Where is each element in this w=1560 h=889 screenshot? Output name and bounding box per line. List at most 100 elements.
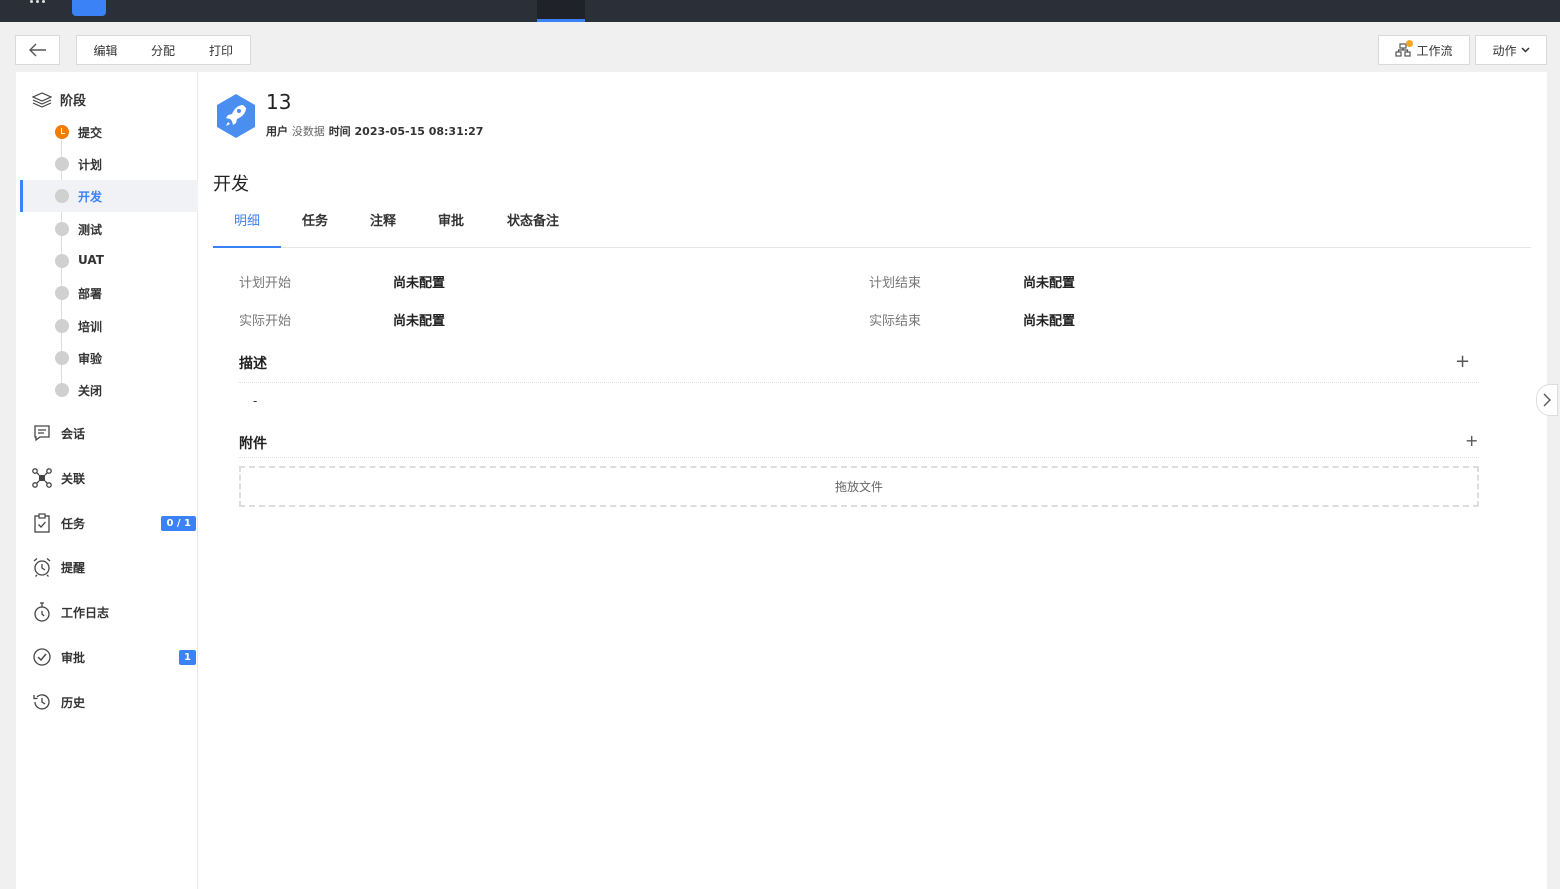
top-navigation-bar bbox=[0, 0, 1560, 22]
add-attachment-icon[interactable]: + bbox=[1465, 432, 1478, 450]
user-value: 没数据 bbox=[291, 125, 325, 138]
assign-button[interactable]: 分配 bbox=[134, 35, 193, 65]
stage-pending-icon bbox=[55, 222, 69, 236]
current-stage-title: 开发 bbox=[213, 174, 249, 195]
tab-details[interactable]: 明细 bbox=[213, 202, 281, 248]
tab-status-notes[interactable]: 状态备注 bbox=[501, 202, 565, 246]
stage-pending-icon bbox=[55, 254, 69, 268]
task-count-badge: 0 / 1 bbox=[161, 516, 196, 531]
detail-tabs: 明细 任务 注释 审批 状态备注 bbox=[213, 202, 1531, 248]
app-logo bbox=[72, 0, 106, 16]
stage-header: 阶段 bbox=[32, 90, 86, 109]
stage-pending-icon bbox=[55, 157, 69, 171]
record-meta: 用户 没数据 时间 2023-05-15 08:31:27 bbox=[266, 123, 483, 139]
stage-item-training[interactable]: 培训 bbox=[20, 310, 196, 342]
time-value: 2023-05-15 08:31:27 bbox=[354, 125, 484, 138]
sidebar-item-label: 会话 bbox=[61, 426, 86, 441]
stage-pending-icon bbox=[55, 319, 69, 333]
stage-item-develop[interactable]: 开发 bbox=[20, 180, 199, 212]
actual-start-label: 实际开始 bbox=[239, 314, 292, 329]
sidebar-item-label: 关联 bbox=[61, 471, 86, 486]
stage-label: 提交 bbox=[78, 126, 103, 140]
back-button[interactable] bbox=[15, 35, 60, 65]
history-icon bbox=[32, 692, 52, 712]
chevron-right-icon bbox=[1543, 393, 1551, 407]
stage-item-submit[interactable]: 提交 bbox=[20, 116, 196, 148]
sidebar-item-label: 历史 bbox=[61, 695, 86, 710]
rocket-icon bbox=[214, 92, 258, 144]
description-divider bbox=[239, 382, 1479, 383]
workflow-button[interactable]: 工作流 bbox=[1378, 35, 1470, 65]
approval-count-badge: 1 bbox=[179, 650, 196, 665]
stage-label: 计划 bbox=[78, 158, 103, 172]
sidebar-item-conversation[interactable]: 会话 bbox=[32, 418, 196, 448]
stage-item-plan[interactable]: 计划 bbox=[20, 148, 196, 180]
plan-start-value: 尚未配置 bbox=[393, 276, 446, 291]
edit-button[interactable]: 编辑 bbox=[76, 35, 135, 65]
action-label: 动作 bbox=[1492, 43, 1517, 58]
stage-label: UAT bbox=[78, 253, 104, 267]
layers-icon bbox=[32, 91, 52, 108]
stage-pending-icon bbox=[55, 189, 69, 203]
record-detail-panel: 13 用户 没数据 时间 2023-05-15 08:31:27 开发 明细 任… bbox=[198, 72, 1547, 889]
record-sidebar: 阶段 提交 计划 开发 测试 UAT 部署 培训 审验 关闭 会话 关联 任务 … bbox=[16, 72, 199, 889]
sidebar-item-label: 工作日志 bbox=[61, 605, 110, 620]
plan-end-value: 尚未配置 bbox=[1023, 276, 1076, 291]
plan-start-label: 计划开始 bbox=[239, 276, 292, 291]
sidebar-item-tasks[interactable]: 任务 0 / 1 bbox=[32, 508, 196, 538]
stage-header-label: 阶段 bbox=[60, 94, 87, 109]
file-dropzone[interactable]: 拖放文件 bbox=[239, 466, 1479, 507]
arrow-left-icon bbox=[28, 43, 46, 57]
workflow-label: 工作流 bbox=[1416, 43, 1453, 58]
add-description-icon[interactable]: + bbox=[1455, 353, 1470, 371]
description-title: 描述 bbox=[239, 356, 267, 372]
stage-label: 开发 bbox=[78, 190, 103, 204]
stage-label: 测试 bbox=[78, 223, 103, 237]
user-label: 用户 bbox=[266, 125, 288, 138]
stage-label: 培训 bbox=[78, 320, 103, 334]
toolbar: 编辑 分配 打印 工作流 动作 bbox=[0, 22, 1560, 72]
stage-item-test[interactable]: 测试 bbox=[20, 213, 196, 245]
sidebar-item-label: 提醒 bbox=[61, 560, 86, 575]
tab-approval[interactable]: 审批 bbox=[433, 202, 469, 246]
attachments-title: 附件 bbox=[239, 436, 267, 452]
sidebar-item-label: 审批 bbox=[61, 650, 86, 665]
stage-item-close[interactable]: 关闭 bbox=[20, 374, 196, 406]
sidebar-item-reminder[interactable]: 提醒 bbox=[32, 552, 196, 582]
sidebar-item-label: 任务 bbox=[61, 516, 86, 531]
sidebar-item-related[interactable]: 关联 bbox=[32, 463, 196, 493]
stage-label: 关闭 bbox=[78, 384, 103, 398]
actual-start-value: 尚未配置 bbox=[393, 314, 446, 329]
link-network-icon bbox=[32, 468, 52, 488]
stage-label: 审验 bbox=[78, 352, 103, 366]
chat-icon bbox=[32, 423, 52, 443]
stage-item-deploy[interactable]: 部署 bbox=[20, 277, 196, 309]
chevron-down-icon bbox=[1520, 47, 1530, 53]
stage-item-review[interactable]: 审验 bbox=[20, 342, 196, 374]
stage-pending-icon bbox=[55, 351, 69, 365]
tab-notes[interactable]: 注释 bbox=[365, 202, 401, 246]
actual-end-label: 实际结束 bbox=[869, 314, 922, 329]
sidebar-item-approval[interactable]: 审批 1 bbox=[32, 642, 196, 672]
expand-panel-button[interactable] bbox=[1536, 384, 1558, 416]
stage-done-icon bbox=[55, 125, 69, 139]
plan-end-label: 计划结束 bbox=[869, 276, 922, 291]
stage-item-uat[interactable]: UAT bbox=[20, 245, 196, 277]
check-circle-icon bbox=[32, 647, 52, 667]
sidebar-item-worklog[interactable]: 工作日志 bbox=[32, 597, 196, 627]
stopwatch-icon bbox=[32, 602, 52, 622]
app-grid-icon[interactable] bbox=[30, 0, 46, 6]
actual-end-value: 尚未配置 bbox=[1023, 314, 1076, 329]
alarm-clock-icon bbox=[32, 557, 52, 577]
workflow-icon bbox=[1395, 40, 1414, 57]
nav-tab-active[interactable] bbox=[537, 0, 585, 22]
stage-label: 部署 bbox=[78, 287, 103, 301]
time-label: 时间 bbox=[328, 125, 351, 138]
sidebar-item-history[interactable]: 历史 bbox=[32, 687, 196, 717]
record-number: 13 bbox=[266, 90, 292, 114]
stage-pending-icon bbox=[55, 286, 69, 300]
description-value: - bbox=[253, 394, 258, 408]
tab-tasks[interactable]: 任务 bbox=[297, 202, 333, 246]
print-button[interactable]: 打印 bbox=[192, 35, 251, 65]
action-dropdown[interactable]: 动作 bbox=[1475, 35, 1547, 65]
